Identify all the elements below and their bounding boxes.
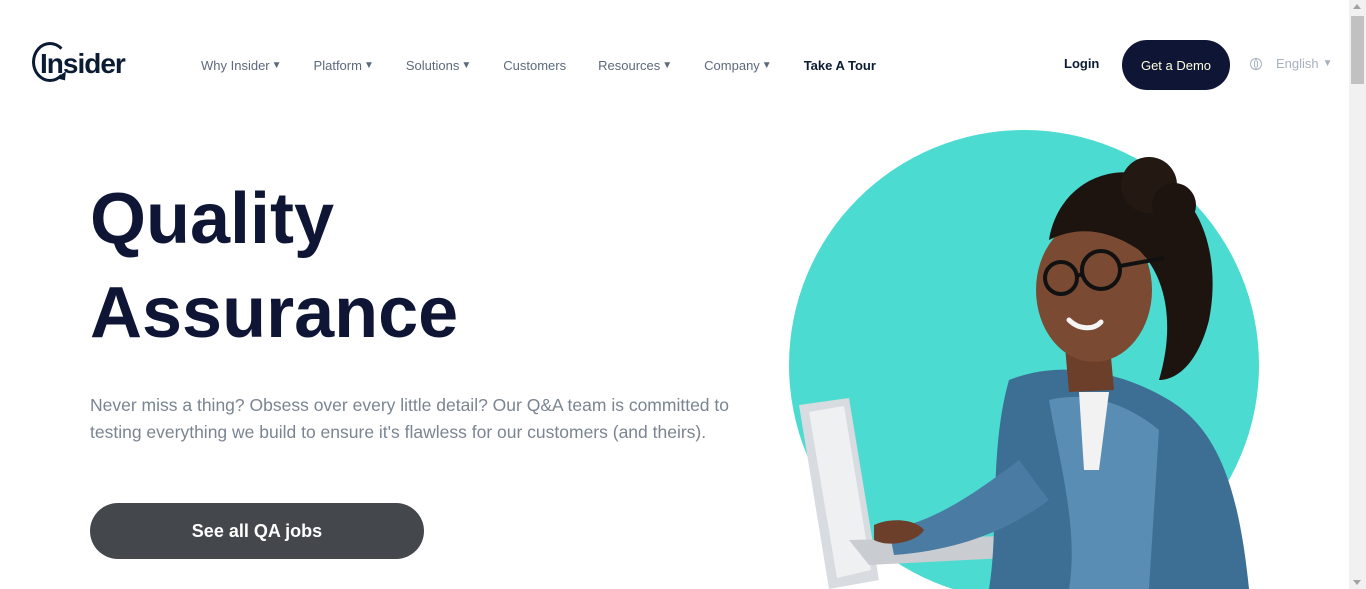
nav-solutions[interactable]: Solutions ▼ (406, 58, 471, 73)
hero-image (789, 130, 1259, 589)
caret-down-icon: ▼ (271, 59, 282, 71)
scrollbar-thumb[interactable] (1351, 16, 1364, 84)
nav-resources[interactable]: Resources ▼ (598, 58, 672, 73)
page-title: Quality Assurance (90, 172, 730, 360)
nav-platform[interactable]: Platform ▼ (314, 58, 374, 73)
caret-down-icon: ▼ (1322, 58, 1333, 69)
nav-label: Customers (503, 57, 567, 73)
site-header: Insider Why Insider ▼ Platform ▼ Solutions… (0, 0, 1349, 130)
see-all-qa-jobs-button[interactable]: See all QA jobs (90, 503, 424, 559)
nav-label: Resources (598, 57, 661, 73)
nav-company[interactable]: Company ▼ (704, 58, 772, 73)
caret-down-icon: ▼ (761, 59, 772, 71)
page-scrollbar[interactable] (1349, 0, 1366, 589)
hero-description: Never miss a thing? Obsess over every li… (90, 395, 729, 442)
nav-label: Platform (313, 57, 362, 73)
title-line-1: Quality (90, 179, 335, 259)
logo-text: Insider (40, 48, 126, 79)
scroll-up-icon[interactable] (1353, 4, 1361, 9)
scroll-down-icon[interactable] (1353, 580, 1361, 585)
language-selector[interactable]: English ▼ (1250, 56, 1333, 71)
get-a-demo-button[interactable]: Get a Demo (1122, 40, 1230, 90)
login-link[interactable]: Login (1064, 56, 1099, 71)
globe-icon (1250, 57, 1262, 70)
nav-label: Company (704, 57, 760, 73)
woman-with-laptop-illustration (789, 130, 1259, 589)
insider-logo[interactable]: Insider (30, 40, 140, 90)
nav-customers[interactable]: Customers (503, 58, 566, 73)
nav-why-insider[interactable]: Why Insider ▼ (201, 58, 282, 73)
caret-down-icon: ▼ (662, 59, 673, 71)
main-nav: Why Insider ▼ Platform ▼ Solutions ▼ Custom… (185, 0, 892, 130)
language-label: English (1276, 56, 1319, 71)
nav-label: Solutions (405, 57, 460, 73)
nav-label: Why Insider (201, 57, 270, 73)
nav-take-a-tour[interactable]: Take A Tour (804, 58, 876, 73)
title-line-2: Assurance (90, 273, 459, 353)
caret-down-icon: ▼ (461, 59, 472, 71)
caret-down-icon: ▼ (363, 59, 374, 71)
